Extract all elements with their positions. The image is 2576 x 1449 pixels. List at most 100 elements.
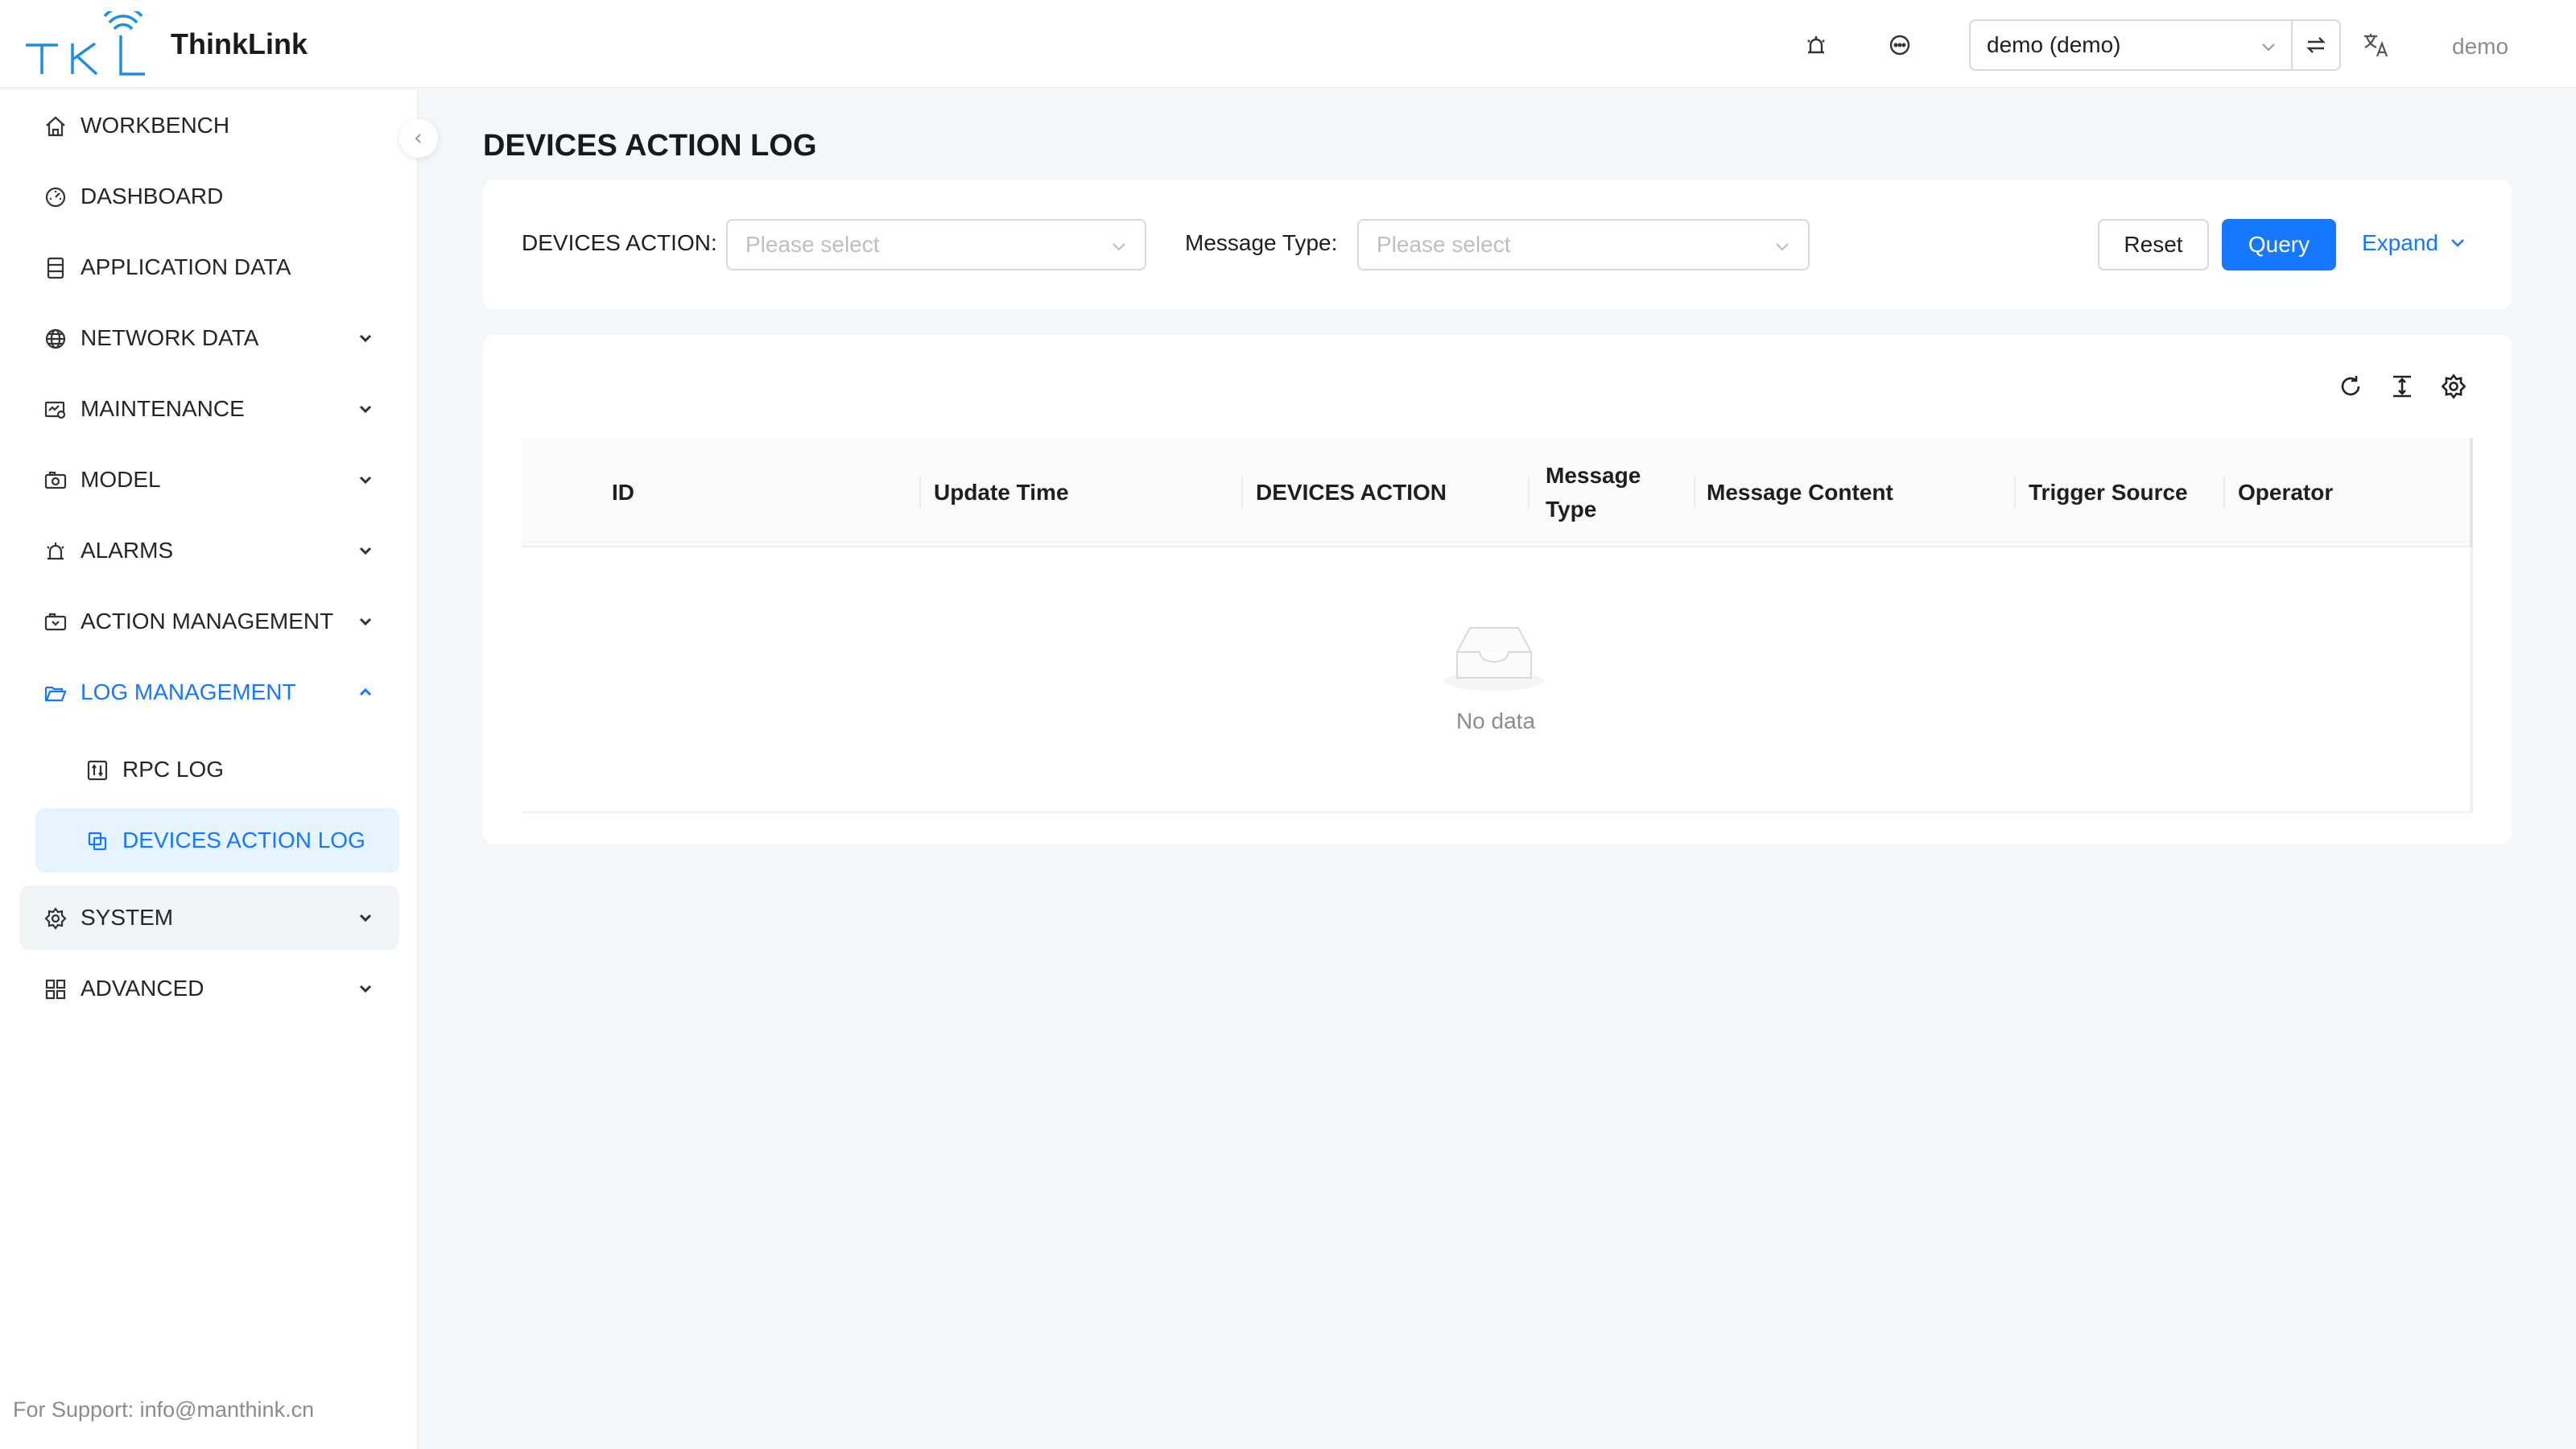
chevron-down-icon (1113, 243, 1125, 251)
reset-button[interactable]: Reset (2098, 219, 2209, 270)
column-header-message-type[interactable]: Message Type (1546, 438, 1666, 547)
dashboard-icon (45, 187, 66, 208)
chevron-down-icon (1776, 243, 1789, 251)
sidebar-item-action-management[interactable]: ACTION MANAGEMENT (19, 589, 399, 654)
tenant-select[interactable]: demo (demo) (1969, 19, 2293, 71)
sidebar-item-maintenance[interactable]: MAINTENANCE (19, 377, 399, 441)
devices-action-label: DEVICES ACTION: (522, 230, 717, 255)
chevron-down-icon (359, 547, 372, 555)
empty-state-text: No data (1455, 708, 1536, 733)
page-title: DEVICES ACTION LOG (483, 129, 817, 163)
chevron-down-icon (359, 985, 372, 993)
sidebar-item-network-data[interactable]: NETWORK DATA (19, 306, 399, 370)
collapse-sidebar-button[interactable] (399, 119, 438, 158)
alarm-icon (47, 543, 64, 560)
column-divider (2223, 477, 2225, 509)
gear-icon (44, 907, 67, 930)
tenant-select-value: demo (demo) (1987, 32, 2121, 57)
user-name[interactable]: demo (2452, 34, 2508, 60)
copy-icon (88, 832, 107, 851)
devices-action-placeholder: Please select (745, 232, 880, 257)
action-icon (44, 613, 67, 631)
sidebar-item-model[interactable]: MODEL (19, 448, 399, 512)
table-body: No data (522, 547, 2473, 813)
model-icon (44, 471, 67, 489)
settings-icon[interactable] (2438, 370, 2470, 402)
sidebar-item-label: MAINTENANCE (80, 396, 245, 421)
table-scrollbar-body (2470, 547, 2473, 813)
table-scrollbar-header (2470, 438, 2473, 547)
support-contact: For Support: info@manthink.cn (13, 1397, 315, 1422)
chevron-up-icon (359, 687, 372, 696)
thinklink-logo[interactable] (24, 11, 147, 77)
message-type-label: Message Type: (1185, 230, 1338, 255)
message-type-select[interactable]: Please select (1357, 219, 1810, 270)
column-height-icon[interactable] (2386, 370, 2418, 402)
folder-open-icon (44, 686, 67, 702)
brand-name: ThinkLink (171, 27, 308, 60)
sidebar-item-label: APPLICATION DATA (80, 254, 291, 279)
message-type-placeholder: Please select (1377, 232, 1511, 257)
sidebar-item-label: RPC LOG (122, 757, 225, 782)
sidebar-item-label: WORKBENCH (80, 113, 230, 138)
top-header: ThinkLink demo (demo) demo (0, 0, 2576, 89)
refresh-icon[interactable] (2334, 370, 2367, 402)
expand-label: Expand (2362, 230, 2438, 255)
switch-tenant-button[interactable] (2291, 19, 2341, 71)
globe-icon (45, 328, 66, 349)
column-header-id[interactable]: ID (612, 438, 634, 547)
sidebar-item-system[interactable]: SYSTEM (19, 886, 399, 950)
column-divider (1694, 477, 1695, 509)
rpc-log-icon (87, 760, 108, 781)
sidebar-item-label: NETWORK DATA (80, 325, 259, 350)
column-header-devices-action[interactable]: DEVICES ACTION (1256, 438, 1447, 547)
sidebar-item-label: ADVANCED (80, 976, 204, 1001)
database-icon (47, 257, 64, 279)
filter-panel: DEVICES ACTION: Please select Message Ty… (483, 180, 2512, 309)
home-icon (46, 116, 65, 137)
sidebar-item-advanced[interactable]: ADVANCED (19, 956, 399, 1021)
sidebar-item-label: SYSTEM (80, 905, 174, 930)
empty-inbox-icon (1444, 627, 1544, 691)
grid-icon (45, 979, 66, 1000)
maintenance-icon (44, 401, 66, 419)
devices-action-select[interactable]: Please select (726, 219, 1146, 270)
alarm-icon[interactable] (1800, 29, 1832, 61)
column-header-trigger-source[interactable]: Trigger Source (2029, 438, 2188, 547)
column-header-operator[interactable]: Operator (2238, 438, 2333, 547)
sidebar-item-devices-action-log[interactable]: DEVICES ACTION LOG (35, 808, 399, 873)
column-header-message-content[interactable]: Message Content (1707, 438, 1893, 547)
translate-icon[interactable] (2360, 29, 2392, 61)
chevron-down-icon (359, 476, 372, 485)
column-divider (919, 477, 921, 509)
sidebar-item-workbench[interactable]: WORKBENCH (19, 93, 399, 158)
column-divider (1241, 477, 1243, 509)
sidebar-item-alarms[interactable]: ALARMS (19, 518, 399, 583)
message-icon[interactable] (1884, 29, 1916, 61)
chevron-left-icon (415, 134, 421, 143)
sidebar-item-dashboard[interactable]: DASHBOARD (19, 164, 399, 229)
sidebar-item-rpc-log[interactable]: RPC LOG (19, 737, 399, 802)
sidebar-item-label: DEVICES ACTION LOG (122, 828, 365, 852)
column-header-update-time[interactable]: Update Time (934, 438, 1069, 547)
query-button[interactable]: Query (2222, 219, 2336, 270)
expand-button[interactable]: Expand (2362, 230, 2467, 256)
chevron-down-icon (359, 617, 372, 626)
sidebar-item-label: ACTION MANAGEMENT (80, 609, 334, 634)
sidebar-item-label: MODEL (80, 467, 161, 492)
sidebar: WORKBENCH DASHBOARD APPLICATION DATA NET… (0, 90, 419, 1449)
table-header: ID Update Time DEVICES ACTION Message Ty… (522, 438, 2473, 547)
sidebar-item-label: LOG MANAGEMENT (80, 679, 296, 704)
chevron-down-icon (2262, 43, 2275, 52)
chevron-down-icon (359, 914, 372, 923)
switch-icon (2306, 37, 2326, 53)
sidebar-item-application-data[interactable]: APPLICATION DATA (19, 235, 399, 299)
column-divider (1528, 477, 1530, 509)
chevron-down-icon (359, 334, 372, 343)
table-panel: ID Update Time DEVICES ACTION Message Ty… (483, 335, 2512, 844)
column-divider (2014, 477, 2016, 509)
sidebar-item-label: DASHBOARD (80, 184, 224, 208)
sidebar-item-log-management[interactable]: LOG MANAGEMENT (19, 660, 399, 724)
chevron-down-icon (2451, 239, 2464, 247)
chevron-down-icon (359, 405, 372, 414)
